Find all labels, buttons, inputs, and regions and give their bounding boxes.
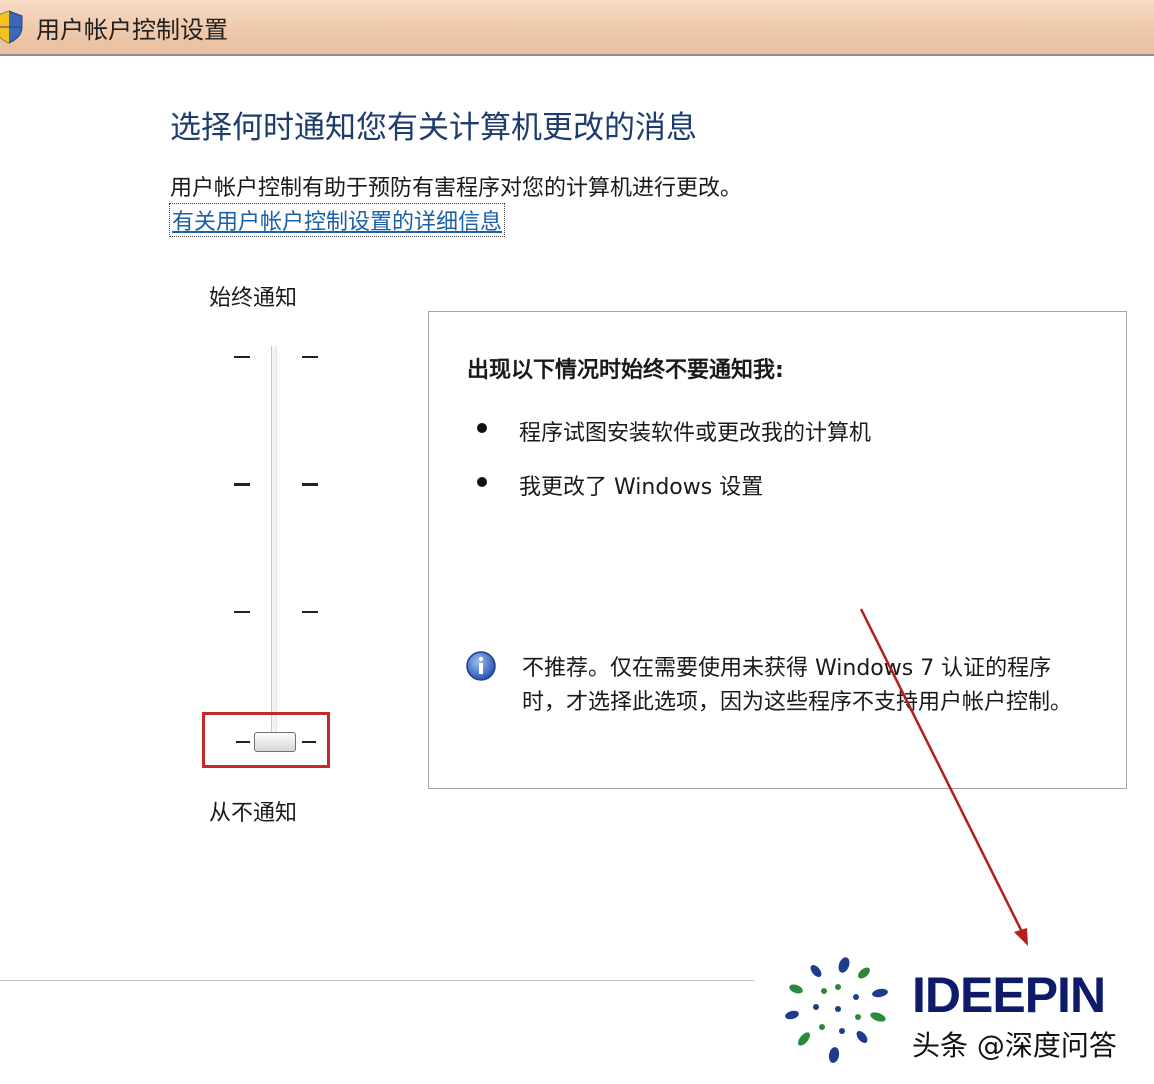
uac-help-link[interactable]: 有关用户帐户控制设置的详细信息	[168, 203, 506, 237]
watermark-logo-icon	[785, 957, 888, 1063]
setting-description-panel: 出现以下情况时始终不要通知我: 程序试图安装软件或更改我的计算机 我更改了 Wi…	[428, 311, 1127, 789]
footer-divider	[0, 980, 754, 981]
panel-heading: 出现以下情况时始终不要通知我:	[467, 358, 784, 383]
slider-top-label: 始终通知	[209, 286, 298, 311]
bullet-item: 程序试图安装软件或更改我的计算机	[519, 421, 872, 446]
description-text: 用户帐户控制有助于预防有害程序对您的计算机进行更改。	[170, 176, 743, 201]
slider-tick-right	[302, 356, 318, 358]
page-heading: 选择何时通知您有关计算机更改的消息	[170, 110, 697, 146]
info-icon	[466, 651, 496, 681]
bullet-item: 我更改了 Windows 设置	[519, 475, 764, 500]
title-bar: 用户帐户控制设置	[0, 0, 1154, 56]
slider-tick-left	[234, 483, 250, 486]
slider-tick-right	[302, 611, 318, 613]
uac-shield-icon	[0, 10, 23, 44]
watermark-brand: IDEEPIN	[912, 967, 1106, 1023]
info-warning-text: 不推荐。仅在需要使用未获得 Windows 7 认证的程序时，才选择此选项，因为…	[522, 656, 1073, 715]
slider-tick-right	[302, 483, 318, 486]
slider-tick-left	[234, 611, 250, 613]
annotation-highlight-box	[202, 712, 330, 768]
window-title: 用户帐户控制设置	[36, 16, 228, 44]
slider-bottom-label: 从不通知	[209, 801, 298, 826]
bullet-dot	[477, 423, 487, 433]
bullet-dot	[477, 477, 487, 487]
slider-track[interactable]	[271, 346, 277, 742]
watermark-text: 头条 @深度问答	[912, 1029, 1117, 1062]
slider-tick-left	[234, 356, 250, 358]
